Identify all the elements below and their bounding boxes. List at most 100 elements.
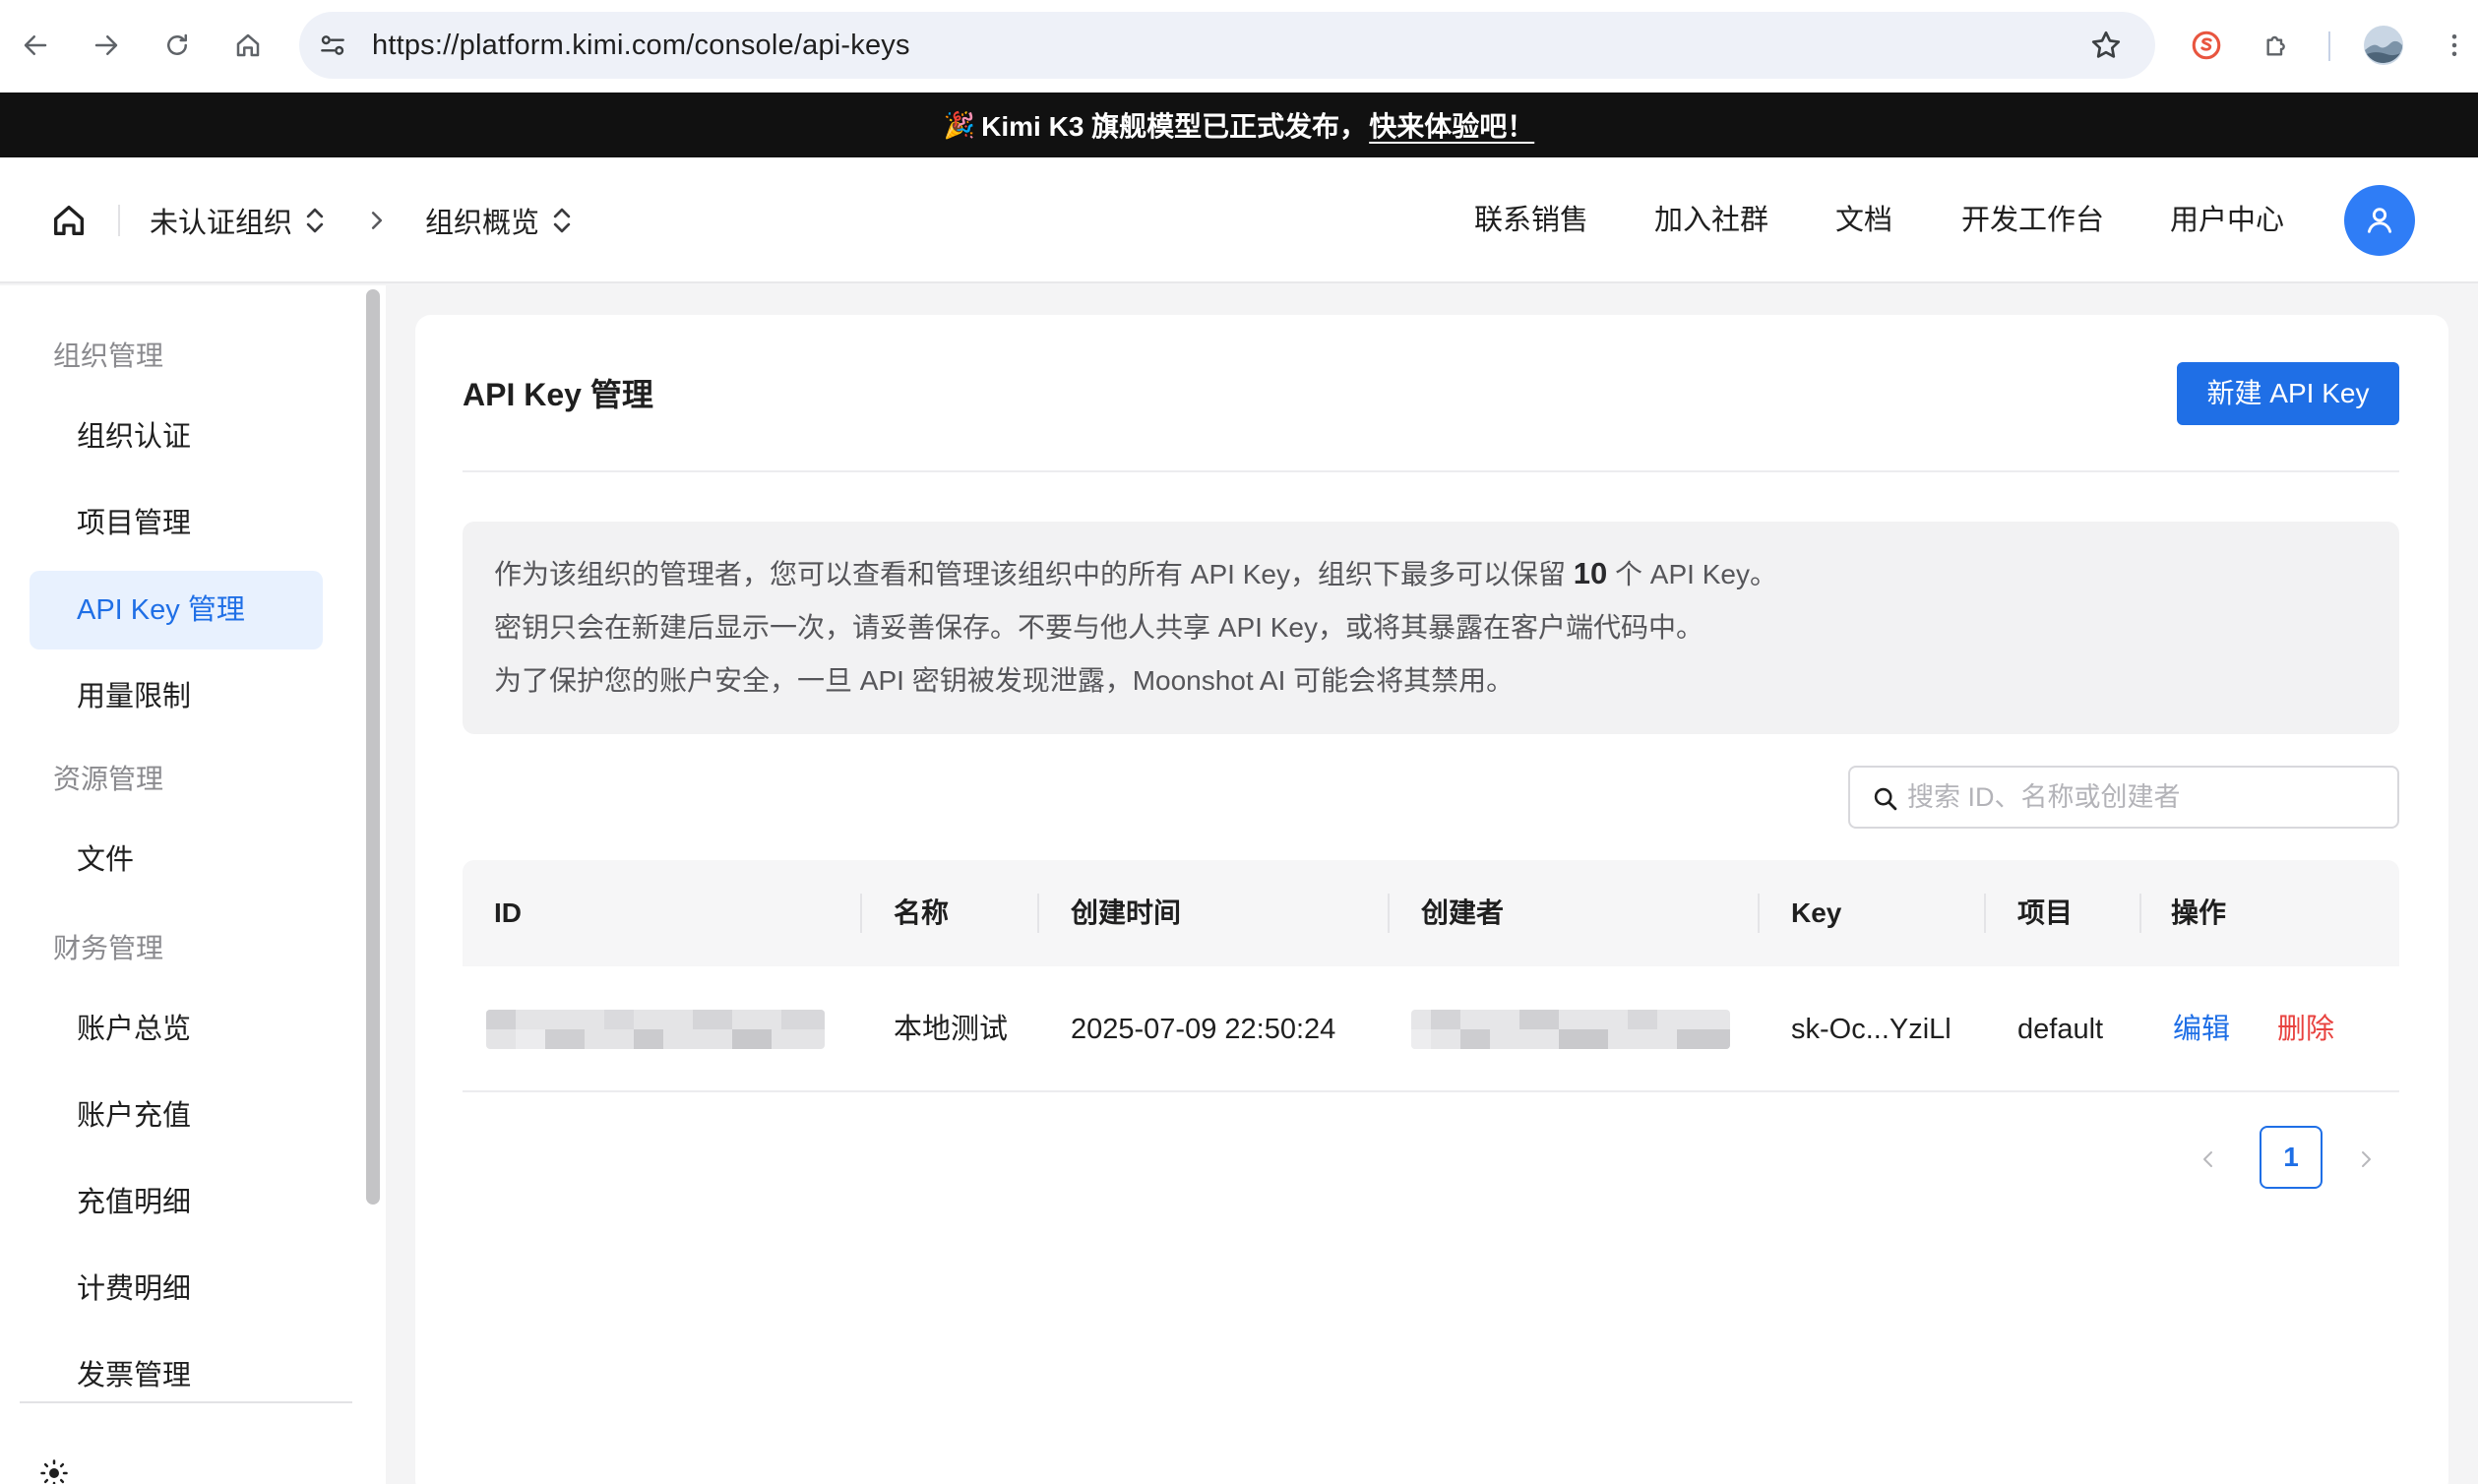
column-header-creator: 创建者 (1421, 897, 1505, 928)
forward-button[interactable] (83, 22, 130, 69)
notice-line-2: 密钥只会在新建后显示一次，请妥善保存。不要与他人共享 API Key，或将其暴露… (494, 612, 1704, 643)
edit-key-link[interactable]: 编辑 (2173, 966, 2230, 1092)
home-icon (54, 206, 85, 235)
sidebar-divider (20, 1401, 352, 1403)
browser-toolbar: https://platform.kimi.com/console/api-ke… (0, 0, 2478, 93)
sidebar-item-files[interactable]: 文件 (77, 836, 134, 884)
column-divider (860, 894, 862, 933)
sidebar-item-usage-limits[interactable]: 用量限制 (77, 673, 191, 720)
bookmark-star-icon[interactable] (2088, 28, 2124, 63)
prev-page-icon[interactable] (2199, 1149, 2218, 1169)
header-divider (118, 205, 120, 236)
sidebar-group-resources: 资源管理 (53, 764, 164, 794)
key-project: default (2017, 1014, 2104, 1045)
arrow-left-icon (24, 35, 47, 55)
column-divider (1984, 894, 1986, 933)
sidebar-scrollbar[interactable] (366, 289, 380, 1205)
sidebar-item-recharge[interactable]: 账户充值 (77, 1092, 191, 1140)
column-header-project: 项目 (2017, 897, 2074, 928)
nav-user-center[interactable]: 用户中心 (2170, 197, 2284, 244)
sidebar-group-finance: 财务管理 (53, 933, 164, 963)
sidebar: 组织管理 组织认证 项目管理 API Key 管理 用量限制 资源管理 文件 财… (0, 285, 386, 1484)
sidebar-group-org: 组织管理 (53, 340, 164, 371)
column-header-created-at: 创建时间 (1071, 897, 1182, 928)
column-divider (1388, 894, 1390, 933)
nav-contact-sales[interactable]: 联系销售 (1474, 197, 1588, 244)
section-switcher[interactable]: 组织概览 (425, 197, 573, 244)
sidebar-item-api-keys[interactable]: API Key 管理 (30, 571, 323, 649)
nav-join-community[interactable]: 加入社群 (1654, 197, 1768, 244)
search-placeholder: 搜索 ID、名称或创建者 (1907, 782, 2181, 812)
sidebar-item-projects[interactable]: 项目管理 (77, 500, 191, 547)
column-header-key: Key (1791, 897, 1842, 928)
column-header-name: 名称 (894, 897, 950, 928)
notice-line-1-suffix: 个 API Key。 (1615, 559, 1777, 589)
sidebar-item-account-overview[interactable]: 账户总览 (77, 1006, 191, 1053)
column-divider (2139, 894, 2141, 933)
table-header: ID 名称 创建时间 创建者 Key 项目 操作 (463, 860, 2399, 966)
api-key-card: API Key 管理 新建 API Key 作为该组织的管理者，您可以查看和管理… (415, 315, 2448, 1484)
home-button[interactable] (49, 201, 89, 240)
page-number-current[interactable]: 1 (2260, 1126, 2323, 1189)
nav-docs[interactable]: 文档 (1835, 197, 1892, 244)
page-title: API Key 管理 (463, 377, 653, 412)
url-text[interactable]: https://platform.kimi.com/console/api-ke… (372, 12, 910, 79)
column-header-actions: 操作 (2171, 897, 2227, 928)
info-notice: 作为该组织的管理者，您可以查看和管理该组织中的所有 API Key，组织下最多可… (463, 522, 2399, 734)
extension-s-button[interactable] (2183, 22, 2230, 69)
next-page-icon[interactable] (2356, 1149, 2376, 1169)
home-browser-button[interactable] (224, 22, 272, 69)
house-icon (236, 33, 260, 57)
sidebar-item-invoices[interactable]: 发票管理 (77, 1352, 191, 1399)
banner-cta-link[interactable]: 快来体验吧！ (1369, 105, 1534, 145)
notice-key-limit: 10 (1573, 556, 1608, 590)
reload-button[interactable] (154, 22, 201, 69)
key-masked-value: sk-Oc...YziLl (1791, 1014, 1951, 1045)
search-icon (1874, 787, 1897, 811)
notice-line-1: 作为该组织的管理者，您可以查看和管理该组织中的所有 API Key，组织下最多可… (494, 553, 1777, 592)
column-header-id: ID (494, 897, 522, 928)
extensions-button[interactable] (2254, 22, 2301, 69)
search-input[interactable]: 搜索 ID、名称或创建者 (1848, 766, 2399, 829)
site-settings-icon[interactable] (317, 30, 348, 61)
chevron-updown-icon (306, 208, 324, 233)
sun-icon[interactable] (39, 1458, 69, 1484)
column-divider (1037, 894, 1039, 933)
key-created-at: 2025-07-09 22:50:24 (1071, 1014, 1336, 1045)
puzzle-icon (2266, 35, 2285, 56)
user-avatar[interactable] (2344, 185, 2415, 256)
sidebar-item-label: API Key 管理 (77, 594, 245, 626)
table-row: 本地测试 2025-07-09 22:50:24 sk-Oc...YziLl d… (463, 966, 2399, 1092)
profile-avatar-icon (2364, 26, 2403, 65)
toolbar-divider (2328, 31, 2330, 61)
redacted-id (486, 1010, 825, 1049)
address-bar[interactable]: https://platform.kimi.com/console/api-ke… (299, 12, 2155, 79)
sidebar-item-billing-details[interactable]: 计费明细 (77, 1266, 191, 1313)
sidebar-item-org-verify[interactable]: 组织认证 (77, 413, 191, 461)
back-button[interactable] (12, 22, 59, 69)
reload-icon (167, 33, 187, 55)
redacted-creator (1411, 1010, 1730, 1049)
notice-line-3: 为了保护您的账户安全，一旦 API 密钥被发现泄露，Moonshot AI 可能… (494, 665, 1515, 696)
delete-key-link[interactable]: 删除 (2277, 966, 2334, 1092)
org-switcher[interactable]: 未认证组织 (150, 197, 326, 244)
nav-dev-workbench[interactable]: 开发工作台 (1961, 197, 2104, 244)
sidebar-item-recharge-details[interactable]: 充值明细 (77, 1179, 191, 1226)
create-api-key-button[interactable]: 新建 API Key (2177, 362, 2399, 425)
chevron-right-icon (371, 212, 383, 229)
more-vertical-icon (2451, 34, 2457, 56)
arrow-right-icon (94, 35, 118, 55)
announcement-banner: 🎉 Kimi K3 旗舰模型已正式发布， 快来体验吧！ (0, 93, 2478, 157)
title-divider (463, 470, 2399, 472)
column-divider (1758, 894, 1760, 933)
chevron-updown-icon (553, 208, 571, 233)
profile-button[interactable] (2360, 22, 2407, 69)
notice-line-1-prefix: 作为该组织的管理者，您可以查看和管理该组织中的所有 API Key，组织下最多可… (494, 559, 1566, 589)
key-name: 本地测试 (894, 1014, 1009, 1045)
browser-menu-button[interactable] (2431, 22, 2478, 69)
user-icon (2367, 208, 2392, 233)
org-name: 未认证组织 (150, 208, 293, 239)
party-popper-icon: 🎉 (943, 109, 976, 140)
s-extension-icon (2192, 31, 2221, 60)
banner-text: Kimi K3 旗舰模型已正式发布， (981, 111, 1368, 142)
